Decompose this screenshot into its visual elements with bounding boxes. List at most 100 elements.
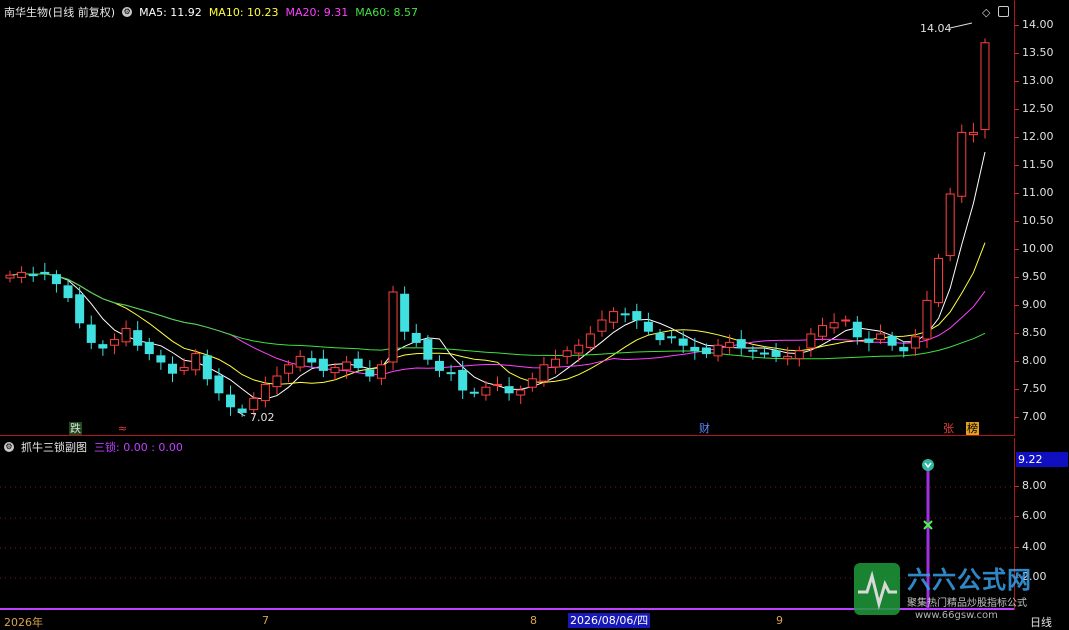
candle-body bbox=[144, 341, 154, 355]
candle-body bbox=[40, 271, 50, 274]
current-value-badge: 9.22 bbox=[1016, 452, 1068, 467]
settings-icon[interactable]: ⚙ bbox=[122, 7, 133, 17]
sub-chart-title[interactable]: 抓牛三锁副图 bbox=[21, 439, 87, 455]
date-label-sep: 9 bbox=[776, 614, 783, 627]
ma60-line bbox=[9, 273, 986, 360]
candle-body bbox=[376, 364, 386, 379]
candle-body bbox=[667, 336, 677, 339]
candle-body bbox=[133, 330, 143, 346]
price-tick: 7.00 bbox=[1015, 410, 1047, 423]
candle-body bbox=[725, 341, 735, 348]
event-marker-billboard[interactable]: 榜 bbox=[966, 422, 979, 435]
candle-body bbox=[841, 319, 851, 322]
candle-body bbox=[295, 355, 305, 368]
candle-body bbox=[899, 346, 909, 352]
candle-body bbox=[86, 324, 96, 343]
candle-body bbox=[818, 325, 827, 337]
high-arrow bbox=[949, 22, 973, 29]
candle-body bbox=[945, 193, 955, 257]
candle-body bbox=[481, 386, 491, 396]
candle-body bbox=[678, 338, 688, 346]
price-tick: 11.50 bbox=[1015, 158, 1054, 171]
signal-chevron-icon bbox=[922, 459, 934, 471]
low-price-label: 7.02 bbox=[250, 411, 275, 424]
candle-body bbox=[318, 358, 328, 371]
main-legend: 南华生物(日线 前复权) ⚙ MA5: 11.92 MA10: 10.23 MA… bbox=[4, 3, 418, 21]
candle-body bbox=[493, 383, 502, 386]
candle-body bbox=[759, 352, 769, 355]
price-tick: 12.50 bbox=[1015, 102, 1054, 115]
sub-settings-icon[interactable]: ⚙ bbox=[4, 442, 14, 452]
price-axis: 14.00 13.50 13.00 12.50 12.00 11.50 11.00 10.50… bbox=[1015, 0, 1069, 436]
cursor-date-badge: 2026/08/06/四 bbox=[568, 613, 651, 628]
event-marker-fall[interactable]: 跌 bbox=[69, 422, 82, 435]
candle-body bbox=[75, 294, 85, 324]
candle-body bbox=[551, 358, 561, 368]
window-toggle-icon[interactable] bbox=[998, 6, 1009, 17]
candle-body bbox=[307, 358, 317, 363]
sub-legend: ⚙ 抓牛三锁副图 三锁: 0.00 : 0.00 bbox=[4, 438, 183, 456]
candle-body bbox=[109, 339, 119, 346]
candle-body bbox=[284, 364, 294, 374]
candle-body bbox=[562, 350, 572, 357]
candle-body bbox=[469, 391, 479, 394]
candle-body bbox=[388, 291, 398, 363]
candle-body bbox=[17, 271, 27, 278]
candle-body bbox=[980, 42, 990, 131]
candle-body bbox=[98, 344, 108, 349]
ma10-line bbox=[9, 242, 986, 385]
candle-body bbox=[28, 274, 38, 277]
candle-body bbox=[806, 333, 816, 349]
candle-body bbox=[353, 358, 363, 369]
price-tick: 13.00 bbox=[1015, 74, 1054, 87]
watermark: 六六公式网 聚集热门精品炒股指标公式 www.66gsw.com bbox=[853, 560, 1061, 624]
ma20-label: MA20: 9.31 bbox=[285, 5, 349, 19]
ma10-label: MA10: 10.23 bbox=[208, 5, 279, 19]
candle-body bbox=[516, 389, 526, 396]
candle-body bbox=[829, 322, 839, 329]
candle-body bbox=[527, 378, 537, 388]
candle-body bbox=[191, 353, 201, 371]
date-label-year: 2026年 bbox=[4, 616, 43, 629]
candle-body bbox=[852, 321, 862, 338]
candle-body bbox=[51, 274, 61, 285]
diamond-icon[interactable]: ◇ bbox=[982, 6, 990, 19]
candle-body bbox=[585, 333, 595, 348]
chart-title[interactable]: 南华生物(日线 前复权) bbox=[4, 4, 115, 20]
candle-body bbox=[434, 360, 444, 371]
event-marker-signal[interactable]: ≈ bbox=[116, 422, 129, 435]
event-marker-limit-up[interactable]: 张 bbox=[942, 422, 955, 435]
candle-body bbox=[156, 355, 166, 363]
price-tick: 10.00 bbox=[1015, 242, 1054, 255]
candle-body bbox=[957, 131, 967, 197]
candle-body bbox=[249, 397, 259, 411]
candle-body bbox=[237, 408, 247, 413]
candle-body bbox=[783, 355, 793, 360]
candle-body bbox=[748, 349, 758, 352]
candle-body bbox=[597, 319, 607, 332]
candle-body bbox=[620, 313, 630, 316]
candle-body bbox=[736, 339, 746, 349]
candle-body bbox=[214, 375, 224, 394]
candle-body bbox=[876, 333, 886, 341]
price-tick: 8.00 bbox=[1015, 354, 1047, 367]
candle-body bbox=[864, 338, 874, 343]
candle-body bbox=[411, 332, 421, 343]
candle-body bbox=[771, 350, 781, 357]
candle-body bbox=[226, 394, 236, 408]
candle-body bbox=[794, 350, 804, 360]
candle-body bbox=[690, 346, 700, 352]
price-tick: 11.00 bbox=[1015, 186, 1054, 199]
ma60-label: MA60: 8.57 bbox=[355, 5, 418, 19]
price-tick: 14.00 bbox=[1015, 18, 1054, 31]
event-marker-finance[interactable]: 财 bbox=[698, 422, 711, 435]
high-price-label: 14.04 bbox=[920, 22, 952, 35]
candlestick-chart[interactable] bbox=[0, 0, 1015, 436]
candle-body bbox=[365, 369, 375, 377]
ma20-line bbox=[9, 273, 986, 376]
sanlock-label: 三锁: 0.00 : 0.00 bbox=[94, 441, 183, 454]
candle-body bbox=[423, 339, 433, 360]
watermark-url: www.66gsw.com bbox=[915, 610, 998, 621]
candle-body bbox=[934, 257, 944, 304]
candle-body bbox=[342, 361, 352, 371]
